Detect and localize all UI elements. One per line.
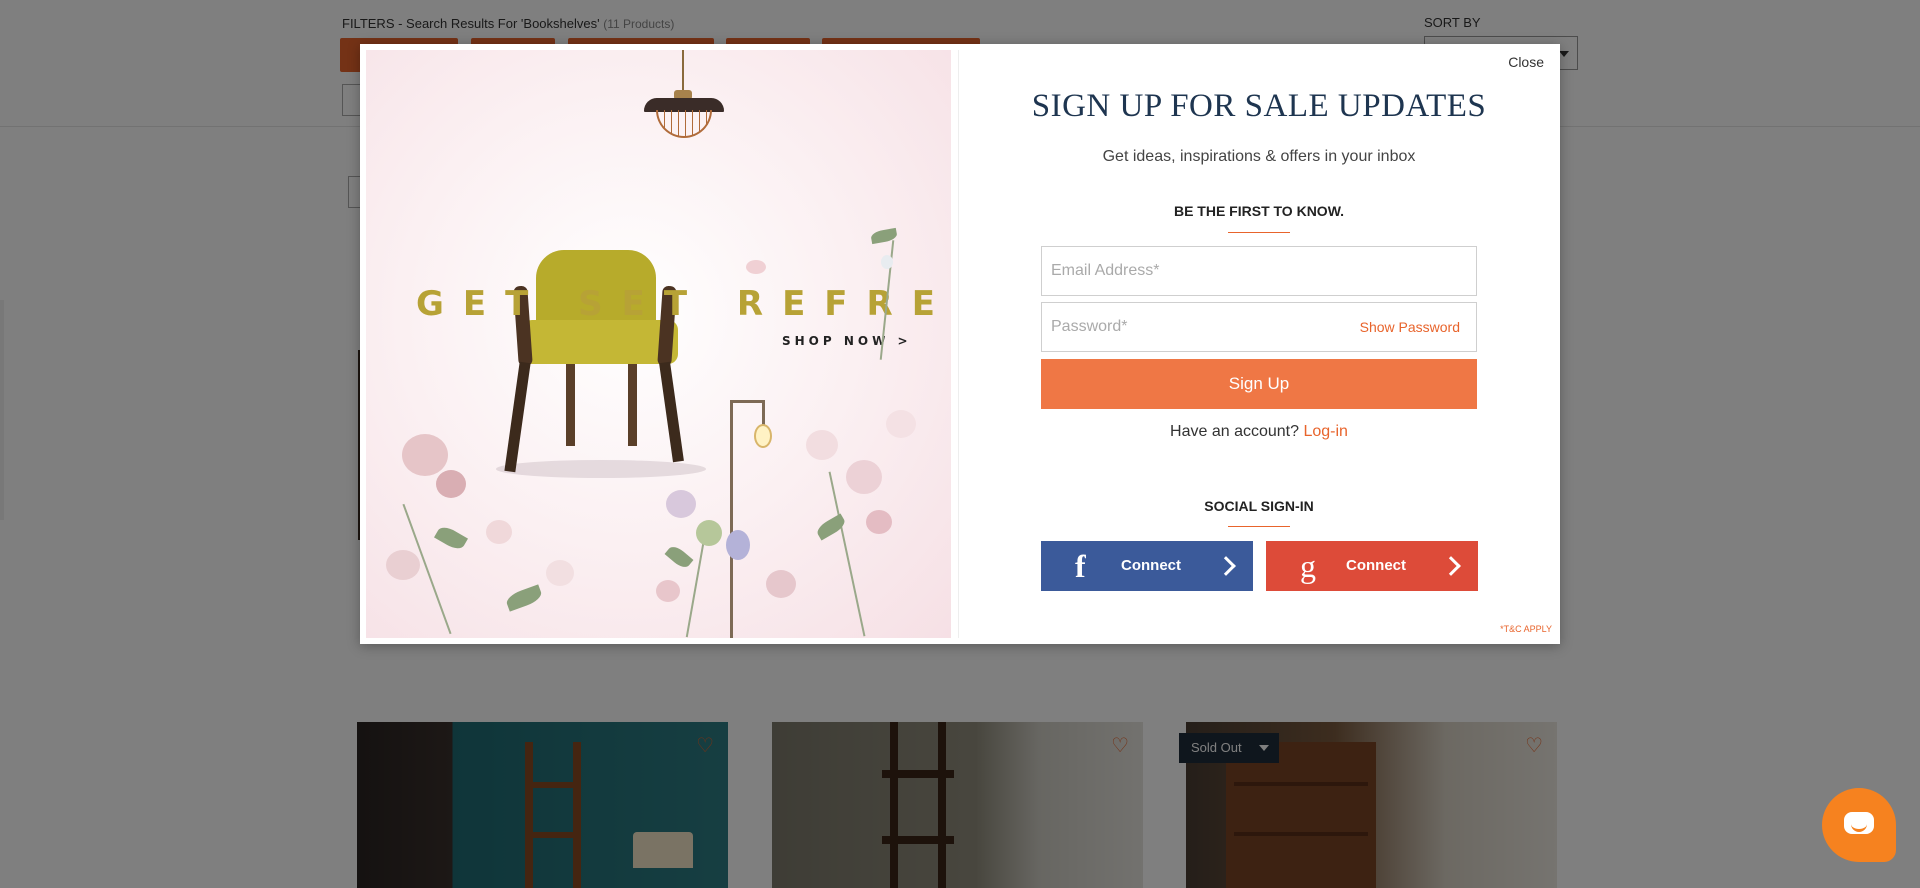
modal-title: SIGN UP FOR SALE UPDATES — [1031, 88, 1487, 124]
chevron-right-icon — [1441, 556, 1461, 576]
social-signin-heading: SOCIAL SIGN-IN — [1204, 498, 1314, 514]
flower — [726, 530, 750, 560]
flower — [656, 580, 680, 602]
signup-modal: GET SET REFRESH SHOP NOW > Close SIG — [360, 44, 1560, 644]
pendant-lamp-cage — [656, 110, 712, 138]
close-button[interactable]: Close — [1508, 54, 1544, 70]
show-password-link[interactable]: Show Password — [1360, 319, 1460, 335]
facebook-connect-label: Connect — [1121, 557, 1181, 574]
flower — [402, 434, 448, 476]
heading-underline — [1228, 232, 1290, 233]
flower — [546, 560, 574, 586]
chair-seat — [522, 320, 678, 364]
have-account-line: Have an account? Log-in — [958, 423, 1560, 441]
facebook-icon: f — [1075, 548, 1086, 584]
chat-launcher-button[interactable] — [1822, 788, 1896, 862]
flower-stem — [828, 471, 866, 637]
floor-lamp-bulb — [754, 424, 772, 448]
facebook-connect-button[interactable]: f Connect — [1041, 541, 1253, 591]
flower — [436, 470, 466, 498]
chair-leg — [504, 361, 531, 473]
butterfly — [746, 260, 766, 274]
modal-subtitle: Get ideas, inspirations & offers in your… — [1102, 148, 1416, 165]
pendant-lamp-cord — [682, 50, 684, 94]
flower — [886, 410, 916, 438]
flower — [806, 430, 838, 460]
flower — [486, 520, 512, 544]
chair-shadow — [496, 460, 706, 478]
chair-leg — [628, 364, 637, 446]
flower-bud — [881, 255, 893, 269]
chevron-right-icon — [1216, 556, 1236, 576]
first-to-know-heading: BE THE FIRST TO KNOW. — [1173, 203, 1345, 219]
promo-banner[interactable]: GET SET REFRESH SHOP NOW > — [366, 50, 951, 638]
leaf — [504, 584, 544, 612]
google-connect-label: Connect — [1346, 557, 1406, 574]
floor-lamp-arm — [730, 400, 764, 403]
leaf — [434, 523, 468, 553]
chat-icon — [1844, 812, 1874, 834]
terms-note[interactable]: *T&C APPLY — [1500, 624, 1552, 634]
flower — [386, 550, 420, 580]
login-link[interactable]: Log-in — [1303, 423, 1347, 440]
have-account-text: Have an account? — [1170, 423, 1300, 440]
floor-lamp-pole — [730, 400, 733, 638]
chair-leg — [659, 361, 684, 463]
flower — [766, 570, 796, 598]
shop-now-link[interactable]: SHOP NOW > — [782, 334, 912, 348]
google-connect-button[interactable]: g Connect — [1266, 541, 1478, 591]
heading-underline — [1228, 526, 1290, 527]
google-icon: g — [1300, 548, 1316, 584]
floor-lamp-cord — [762, 400, 765, 426]
modal-divider — [958, 50, 959, 638]
flower — [866, 510, 892, 534]
flower — [666, 490, 696, 518]
leaf — [664, 543, 694, 571]
flower — [846, 460, 882, 494]
promo-headline: GET SET REFRESH — [416, 284, 951, 324]
email-field[interactable] — [1041, 246, 1477, 296]
chair-leg — [566, 364, 575, 446]
flower — [696, 520, 722, 546]
signup-button[interactable]: Sign Up — [1041, 359, 1477, 409]
